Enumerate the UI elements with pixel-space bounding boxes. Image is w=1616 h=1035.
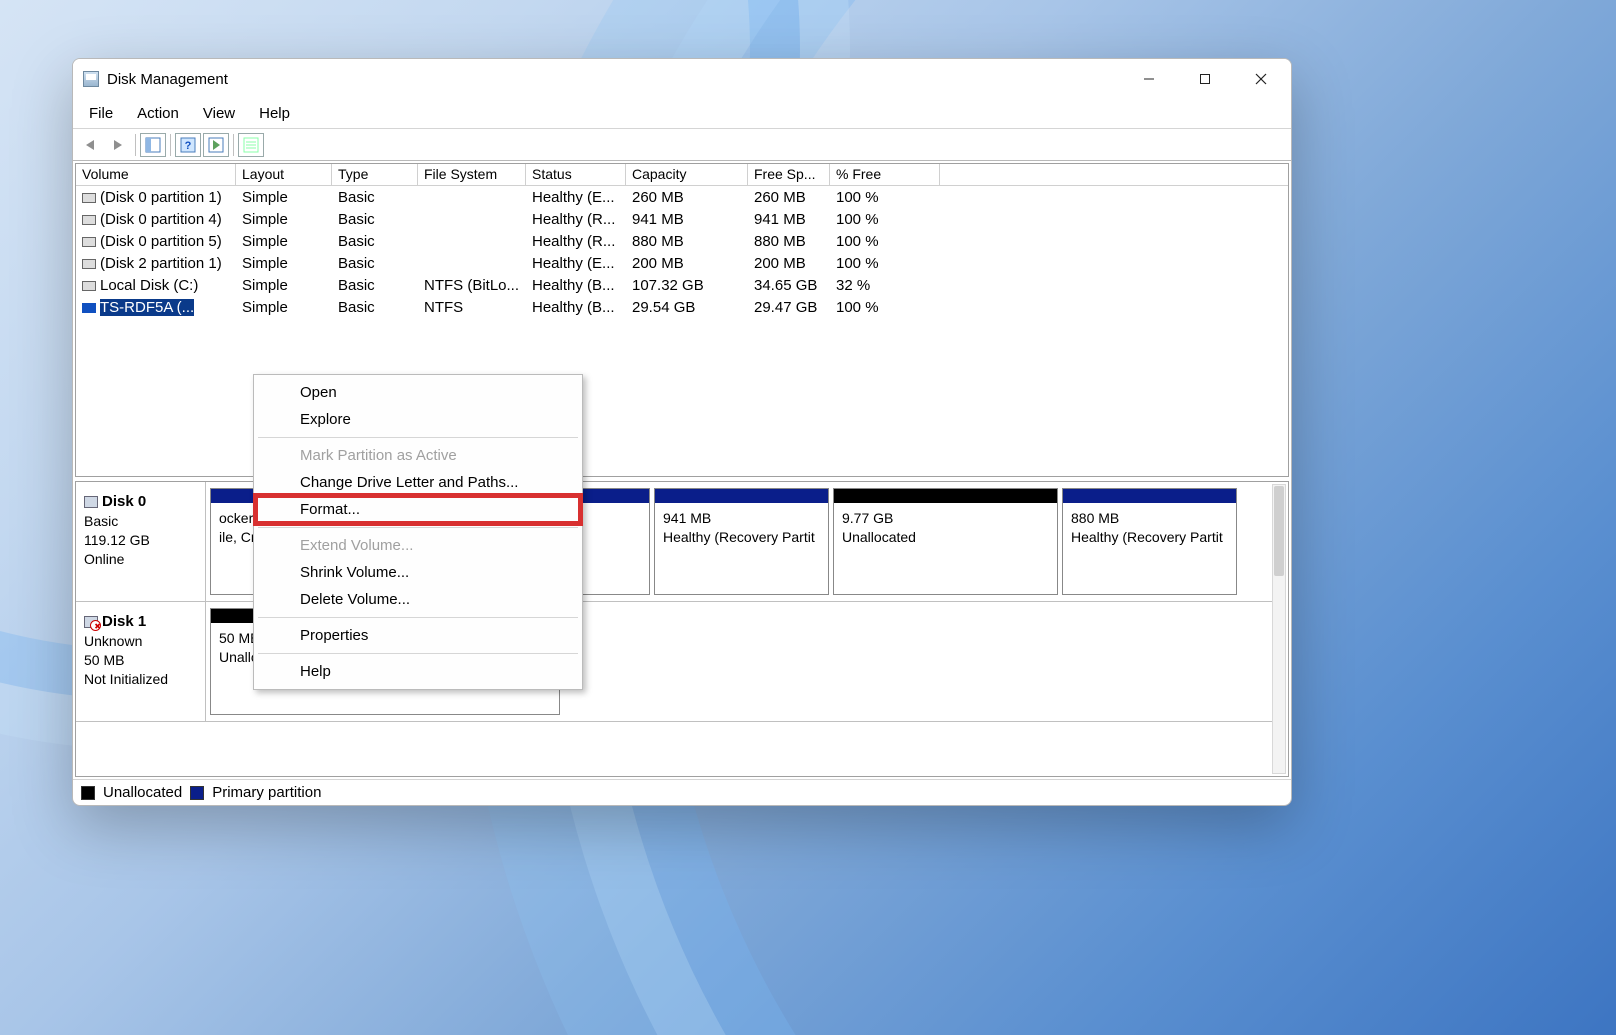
context-explore[interactable]: Explore xyxy=(256,406,580,433)
context-open[interactable]: Open xyxy=(256,379,580,406)
disk-label[interactable]: Disk 0Basic119.12 GBOnline xyxy=(76,482,206,601)
back-button[interactable] xyxy=(77,133,103,157)
context-extend-volume: Extend Volume... xyxy=(256,532,580,559)
window-title: Disk Management xyxy=(107,71,228,88)
context-format[interactable]: Format... xyxy=(256,496,580,523)
disk-management-window: Disk Management File Action View Help xyxy=(72,58,1292,806)
volume-row[interactable]: Local Disk (C:)SimpleBasicNTFS (BitLo...… xyxy=(76,274,1288,296)
context-delete-volume[interactable]: Delete Volume... xyxy=(256,586,580,613)
volume-row[interactable]: TS-RDF5A (...SimpleBasicNTFSHealthy (B..… xyxy=(76,296,1288,318)
volume-row[interactable]: (Disk 0 partition 5)SimpleBasicHealthy (… xyxy=(76,230,1288,252)
col-layout[interactable]: Layout xyxy=(236,164,332,185)
volume-row[interactable]: (Disk 0 partition 1)SimpleBasicHealthy (… xyxy=(76,186,1288,208)
col-filesystem[interactable]: File System xyxy=(418,164,526,185)
toolbar: ? xyxy=(73,129,1291,161)
menu-file[interactable]: File xyxy=(79,101,123,126)
volume-row[interactable]: (Disk 0 partition 4)SimpleBasicHealthy (… xyxy=(76,208,1288,230)
col-status[interactable]: Status xyxy=(526,164,626,185)
legend-label-unallocated: Unallocated xyxy=(103,784,182,801)
minimize-button[interactable] xyxy=(1121,59,1177,99)
titlebar[interactable]: Disk Management xyxy=(73,59,1291,99)
menu-action[interactable]: Action xyxy=(127,101,189,126)
col-capacity[interactable]: Capacity xyxy=(626,164,748,185)
menu-help[interactable]: Help xyxy=(249,101,300,126)
col-volume[interactable]: Volume xyxy=(76,164,236,185)
context-mark-active: Mark Partition as Active xyxy=(256,442,580,469)
legend-swatch-primary xyxy=(190,786,204,800)
maximize-button[interactable] xyxy=(1177,59,1233,99)
vertical-scrollbar[interactable] xyxy=(1272,484,1286,774)
legend-label-primary: Primary partition xyxy=(212,784,321,801)
partition-block[interactable]: 9.77 GBUnallocated xyxy=(833,488,1058,595)
col-type[interactable]: Type xyxy=(332,164,418,185)
partition-block[interactable]: 880 MBHealthy (Recovery Partit xyxy=(1062,488,1237,595)
menubar: File Action View Help xyxy=(73,99,1291,129)
context-change-drive-letter[interactable]: Change Drive Letter and Paths... xyxy=(256,469,580,496)
menu-view[interactable]: View xyxy=(193,101,245,126)
context-properties[interactable]: Properties xyxy=(256,622,580,649)
legend-swatch-unallocated xyxy=(81,786,95,800)
col-freespace[interactable]: Free Sp... xyxy=(748,164,830,185)
svg-text:?: ? xyxy=(185,140,192,152)
refresh-button[interactable] xyxy=(203,133,229,157)
col-pctfree[interactable]: % Free xyxy=(830,164,940,185)
volume-list-header: Volume Layout Type File System Status Ca… xyxy=(76,164,1288,186)
legend: Unallocated Primary partition xyxy=(73,779,1291,805)
volume-context-menu: Open Explore Mark Partition as Active Ch… xyxy=(253,374,583,690)
list-view-button[interactable] xyxy=(238,133,264,157)
context-shrink-volume[interactable]: Shrink Volume... xyxy=(256,559,580,586)
partition-block[interactable]: 941 MBHealthy (Recovery Partit xyxy=(654,488,829,595)
context-help[interactable]: Help xyxy=(256,658,580,685)
volume-row[interactable]: (Disk 2 partition 1)SimpleBasicHealthy (… xyxy=(76,252,1288,274)
app-icon xyxy=(83,71,99,87)
show-hide-tree-button[interactable] xyxy=(140,133,166,157)
help-button[interactable]: ? xyxy=(175,133,201,157)
forward-button[interactable] xyxy=(105,133,131,157)
close-button[interactable] xyxy=(1233,59,1289,99)
disk-label[interactable]: Disk 1Unknown50 MBNot Initialized xyxy=(76,602,206,721)
